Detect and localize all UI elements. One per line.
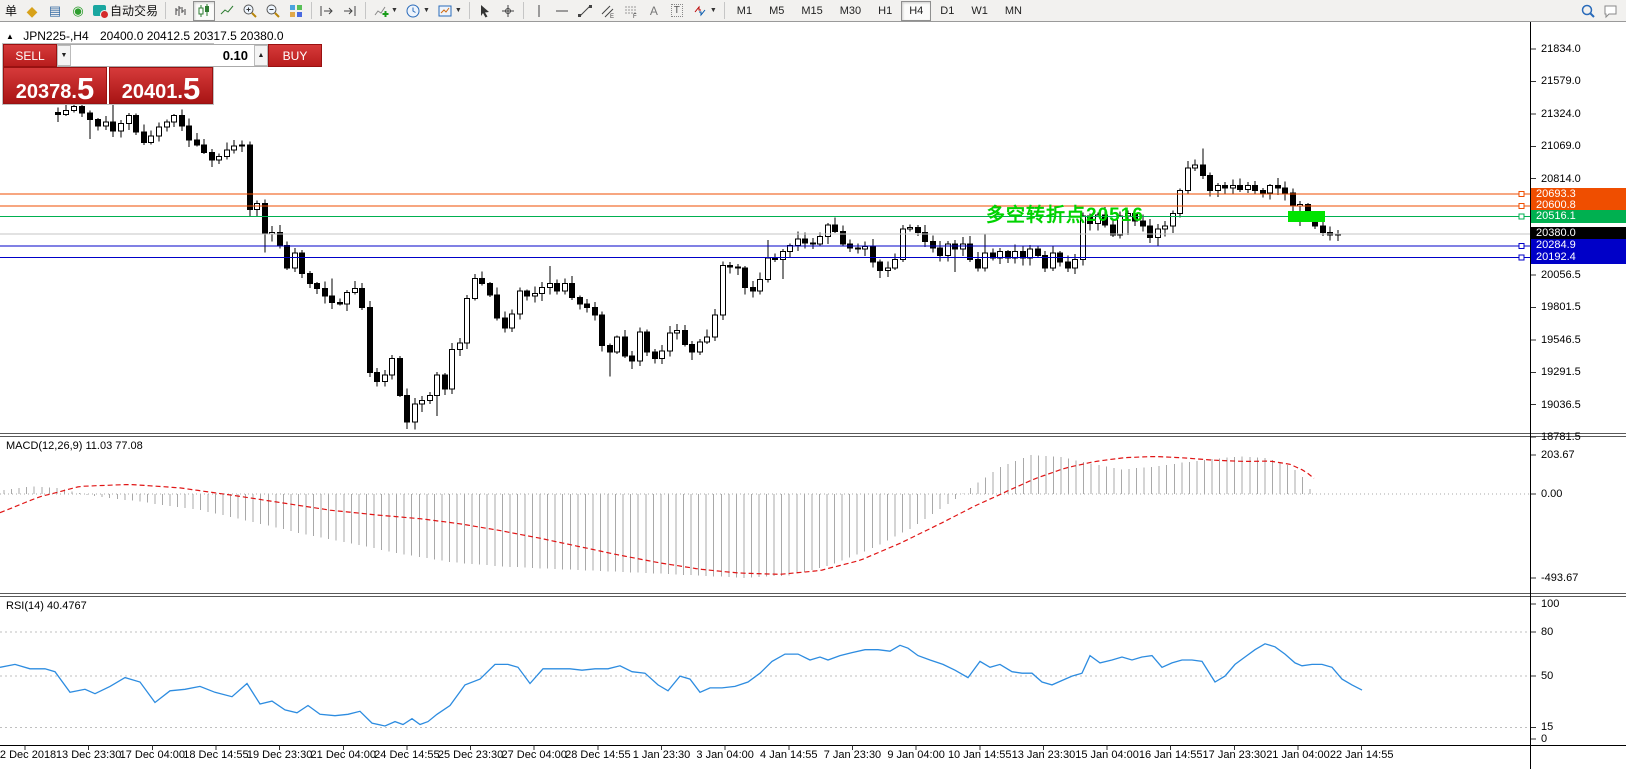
chat-icon[interactable] [1600,1,1624,21]
autotrading-icon [93,5,110,19]
text-icon[interactable]: A [643,1,665,21]
toolbar-separator [311,2,313,19]
crosshair-icon[interactable] [497,1,519,21]
autotrading-button[interactable]: 自动交易 [90,1,161,21]
templates-icon[interactable]: ▼ [434,1,465,21]
toolbar-separator [522,2,524,19]
timeframe-button-mn[interactable]: MN [997,1,1030,21]
zoom-out-icon[interactable] [262,1,284,21]
timeframe-button-d1[interactable]: D1 [932,1,962,21]
toolbar-separator [165,2,167,19]
vertical-line-icon[interactable] [528,1,550,21]
sell-price-main: 20378 [15,81,72,103]
zoom-in-icon[interactable] [239,1,261,21]
buy-button[interactable]: BUY [268,44,322,67]
horizontal-line-icon[interactable] [551,1,573,21]
volume-input[interactable] [71,45,254,66]
dropdown-arrow-icon[interactable]: ▼ [710,7,717,14]
svg-text:F: F [633,14,637,19]
navigator-icon[interactable]: ◉ [67,1,89,21]
timeframe-button-w1[interactable]: W1 [963,1,996,21]
orders-label-fragment: 单 [5,4,18,18]
toolbar-separator [365,2,367,19]
channel-icon[interactable]: E [597,1,619,21]
tile-windows-icon[interactable] [285,1,307,21]
bar-chart-icon[interactable] [170,1,192,21]
mt4-chart-window: 单 ◆ ▤ ◉ 自动交易 ▼ ▼ ▼ E F A T ▼ M1 M5 M15 M30 H1 H4 D1 W1 MN ▲ J… [0,0,1626,769]
arrows-icon[interactable]: ▼ [689,1,720,21]
dropdown-arrow-icon[interactable]: ▼ [455,7,462,14]
chart-canvas[interactable] [0,0,1626,769]
sell-price-display[interactable]: 20378. 5 [3,67,107,104]
auto-scroll-icon[interactable] [316,1,338,21]
dropdown-arrow-icon[interactable]: ▼ [423,7,430,14]
autotrading-label: 自动交易 [110,4,159,18]
label-icon[interactable]: T [666,1,688,21]
buy-price-big-digit: 5 [182,70,201,106]
line-chart-icon[interactable] [216,1,238,21]
timeframe-button-m30[interactable]: M30 [832,1,869,21]
chart-shift-icon[interactable] [339,1,361,21]
svg-text:E: E [610,14,614,19]
timeframe-button-h4[interactable]: H4 [901,0,932,21]
timeframe-button-m15[interactable]: M15 [793,1,830,21]
buy-price-display[interactable]: 20401. 5 [109,67,213,104]
one-click-trade-panel: SELL ▼ ▲ BUY 20378.5 20401.5 [2,43,322,105]
market-watch-icon[interactable]: ▤ [44,1,66,21]
main-toolbar: 单 ◆ ▤ ◉ 自动交易 ▼ ▼ ▼ E F A T ▼ M1 M5 M15 M30 H1 H4 D1 W1 MN [0,0,1626,22]
volume-up-button[interactable]: ▲ [254,45,268,66]
timeframe-button-m5[interactable]: M5 [761,1,792,21]
candlestick-chart-icon[interactable] [193,0,216,21]
trendline-icon[interactable] [574,1,596,21]
buy-price-main: 20401 [121,81,178,103]
cursor-icon[interactable] [474,1,496,21]
toolbar-separator [723,2,725,19]
sell-button[interactable]: SELL [3,44,57,67]
periods-icon[interactable]: ▼ [402,1,433,21]
new-order-icon[interactable]: ◆ [21,1,43,21]
search-icon[interactable] [1577,1,1599,21]
timeframe-button-m1[interactable]: M1 [729,1,760,21]
dropdown-arrow-icon[interactable]: ▼ [391,7,398,14]
toolbar-separator [468,2,470,19]
indicators-icon[interactable]: ▼ [370,1,401,21]
timeframe-button-h1[interactable]: H1 [870,1,900,21]
sell-price-big-digit: 5 [76,70,95,106]
fibonacci-icon[interactable]: F [620,1,642,21]
volume-down-button[interactable]: ▼ [57,45,71,66]
